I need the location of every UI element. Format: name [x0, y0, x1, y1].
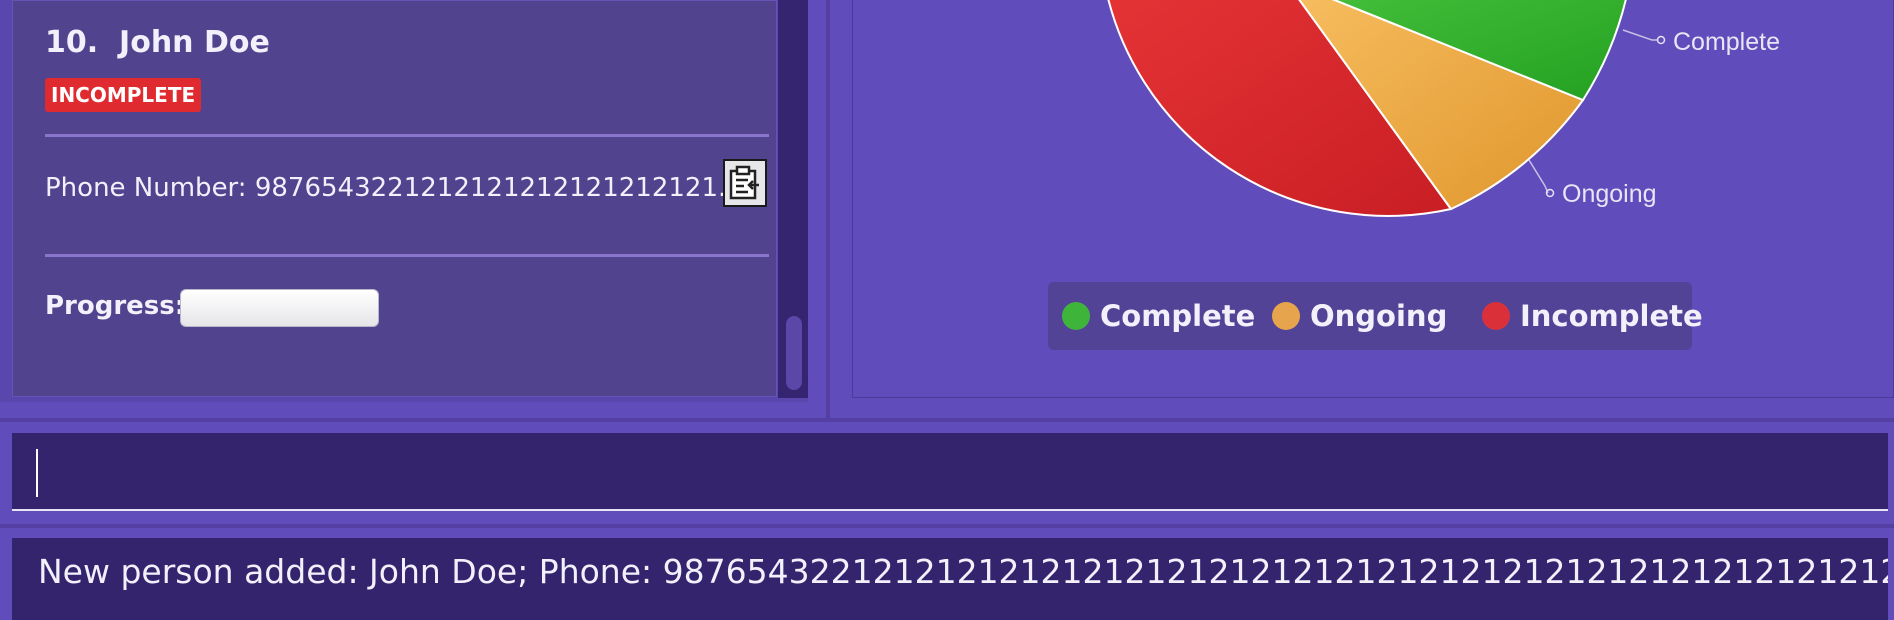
slice-label-ongoing: Ongoing [1562, 180, 1657, 208]
command-input[interactable] [12, 433, 1888, 509]
slice-label-complete-group: Complete [1622, 28, 1780, 56]
command-box[interactable] [12, 433, 1888, 511]
slice-label-complete: Complete [1673, 28, 1780, 56]
legend-label-ongoing: Ongoing [1310, 299, 1448, 333]
legend-label-complete: Complete [1100, 299, 1256, 333]
text-caret [36, 449, 38, 497]
pie-slices [1107, 0, 1627, 217]
horizontal-divider[interactable] [0, 418, 1894, 422]
horizontal-divider[interactable] [0, 524, 1894, 528]
legend-dot-complete [1062, 302, 1090, 330]
legend-label-incomplete: Incomplete [1520, 299, 1703, 333]
legend-item-incomplete: Incomplete [1482, 282, 1703, 350]
result-display: New person added: John Doe; Phone: 98765… [12, 538, 1888, 620]
app-window: 10. John Doe INCOMPLETE Phone Number: 98… [0, 0, 1894, 620]
slice-label-ongoing-group: Ongoing [1528, 159, 1657, 208]
legend-item-ongoing: Ongoing [1272, 282, 1447, 350]
legend-dot-incomplete [1482, 302, 1510, 330]
legend-dot-ongoing [1272, 302, 1300, 330]
result-message: New person added: John Doe; Phone: 98765… [38, 552, 1888, 591]
legend-item-complete: Complete [1062, 282, 1255, 350]
chart-legend: Complete Ongoing Incomplete [1048, 282, 1703, 350]
